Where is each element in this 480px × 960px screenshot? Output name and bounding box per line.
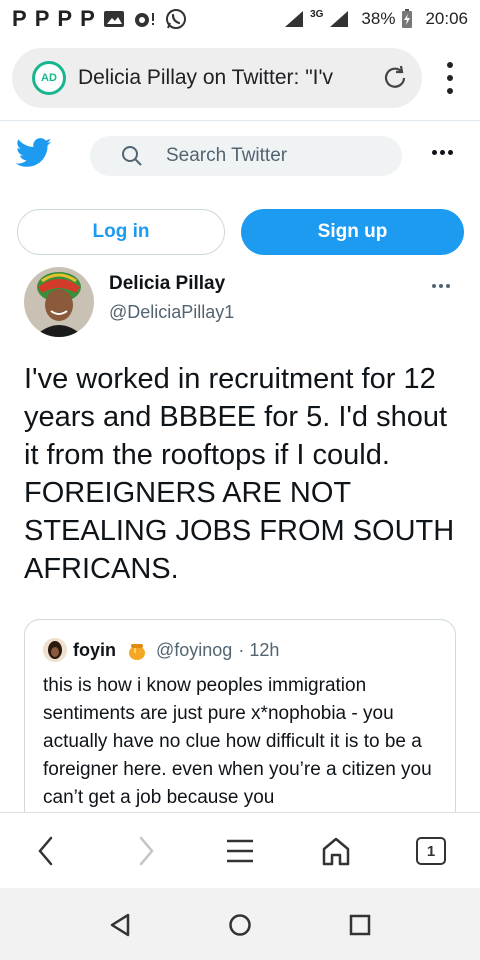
home-button[interactable] [318,833,354,869]
tweet-text: I've worked in recruitment for 12 years … [24,363,455,585]
nav-recents-button[interactable] [347,912,373,938]
user-handle[interactable]: @DeliciaPillay1 [109,302,234,323]
triangle-back-icon [110,913,130,937]
display-name[interactable]: Delicia Pillay [109,273,225,295]
twitter-bird-icon[interactable] [16,138,52,168]
battery-percent: 38% [361,9,396,28]
back-button[interactable] [28,833,64,869]
chevron-left-icon [38,836,53,866]
chevron-right-icon [139,836,154,866]
browser-toolbar: 1 [0,812,480,888]
notification-icons: P P P P [12,8,187,30]
search-placeholder: Search Twitter [166,145,288,166]
circle-home-icon [229,914,251,936]
status-bar: P P P P 3G 38% 20:06 [0,0,480,38]
signal-icon-2 [330,11,349,27]
avatar[interactable] [24,267,94,337]
network-type: 3G [310,8,324,20]
more-options-icon[interactable] [432,150,453,155]
page-title-url[interactable]: Delicia Pillay on Twitter: "I'v [78,66,378,90]
nav-home-button[interactable] [227,912,253,938]
android-nav-bar [0,888,480,960]
notification-p-icon: P [80,6,95,31]
quoted-handle: @foyinog [156,639,233,660]
search-icon [122,146,142,166]
reload-icon[interactable] [380,63,410,93]
login-button[interactable]: Log in [17,209,225,255]
browser-menu-icon[interactable] [438,58,462,98]
notification-p-icon: P [12,6,27,31]
whatsapp-icon [165,9,186,29]
quoted-tweet-header: foyin @foyinog · 12h [43,638,279,662]
address-bar[interactable]: AD Delicia Pillay on Twitter: "I'v [12,48,422,108]
battery-icon [402,9,413,28]
record-icon [134,13,154,27]
tweet-more-icon[interactable] [432,284,450,288]
quoted-tweet-text: this is how i know peoples immigration s… [43,675,432,808]
tabs-button[interactable]: 1 [413,833,449,869]
notification-p-icon: P [34,6,50,31]
nav-back-button[interactable] [107,912,133,938]
adblock-badge-icon[interactable]: AD [32,61,66,95]
gallery-icon [103,11,124,27]
forward-button[interactable] [128,833,164,869]
honey-pot-emoji-icon [129,644,145,660]
menu-button[interactable] [222,833,258,869]
hamburger-menu-icon [227,839,253,863]
clock: 20:06 [425,9,468,28]
quoted-display-name: foyin [73,639,116,660]
quoted-timestamp: · 12h [238,639,280,660]
quoted-avatar [43,638,67,662]
signal-icon [285,11,304,27]
signup-button[interactable]: Sign up [241,209,464,255]
tab-count: 1 [416,837,446,865]
search-input[interactable]: Search Twitter [90,136,402,176]
notification-p-icon: P [57,6,73,31]
quoted-tweet[interactable]: foyin @foyinog · 12h this is how i know … [24,619,456,839]
divider [0,120,480,121]
home-icon [322,837,350,866]
square-recents-icon [349,914,371,936]
